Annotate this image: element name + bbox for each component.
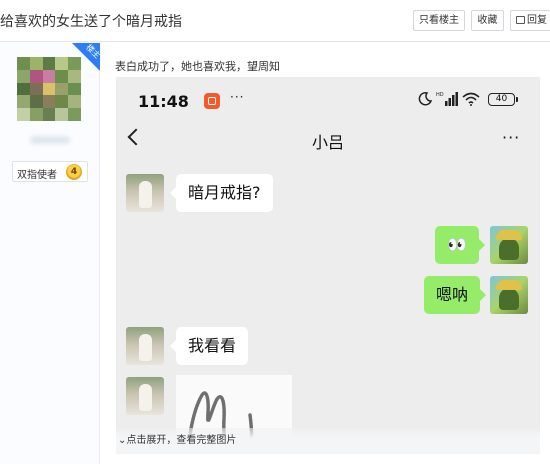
post-header: 给喜欢的女生送了个暗月戒指 只看楼主 收藏 回复 (0, 0, 550, 42)
svg-text:HD: HD (436, 92, 444, 98)
battery-icon: 40 (488, 93, 518, 106)
contact-avatar[interactable] (126, 327, 164, 365)
signal-icon: HD (436, 92, 458, 106)
more-icon[interactable]: ··· (502, 128, 520, 147)
status-time: 11:48 (138, 92, 189, 111)
badge-text: 双指使者 (17, 170, 57, 181)
badge-level-icon: 4 (66, 164, 82, 180)
expand-image-button[interactable]: ⌄点击展开，查看完整图片 (116, 428, 540, 454)
self-avatar[interactable] (490, 226, 528, 264)
reply-button-label: 回复 (527, 15, 547, 26)
favorite-button[interactable]: 收藏 (471, 10, 504, 31)
post-text: 表白成功了，她也喜欢我，望周知 (115, 60, 280, 73)
self-avatar[interactable] (490, 276, 528, 314)
post-title: 给喜欢的女生送了个暗月戒指 (0, 14, 182, 30)
chat-title: 小吕 (311, 133, 344, 152)
author-panel: 双指使者 4 (0, 43, 100, 464)
reply-button[interactable]: 回复 (510, 10, 550, 31)
reply-icon (516, 16, 525, 24)
message-bubble: 嗯呐 (424, 276, 487, 314)
moon-icon (418, 92, 432, 106)
author-badge[interactable]: 双指使者 4 (12, 161, 88, 182)
expand-label: 点击展开，查看完整图片 (126, 435, 237, 446)
author-name-blurred (30, 136, 70, 144)
message-bubble: 👀 (435, 226, 485, 264)
wifi-icon (462, 92, 480, 106)
message-bubble: 暗月戒指? (170, 174, 273, 212)
owner-ribbon: 楼主 (72, 43, 100, 71)
message-bubble: 我看看 (169, 327, 249, 365)
app-notification-icon (204, 93, 220, 109)
only-owner-button[interactable]: 只看楼主 (413, 10, 465, 31)
owner-tag: 楼主 (84, 43, 100, 61)
contact-avatar[interactable] (126, 377, 164, 415)
contact-avatar[interactable] (126, 174, 164, 212)
status-more: ··· (230, 90, 245, 104)
chat-screenshot[interactable]: 11:48 ··· HD 40 小吕 ··· 暗月戒指? 👀 嗯呐 我看看 (116, 77, 540, 454)
